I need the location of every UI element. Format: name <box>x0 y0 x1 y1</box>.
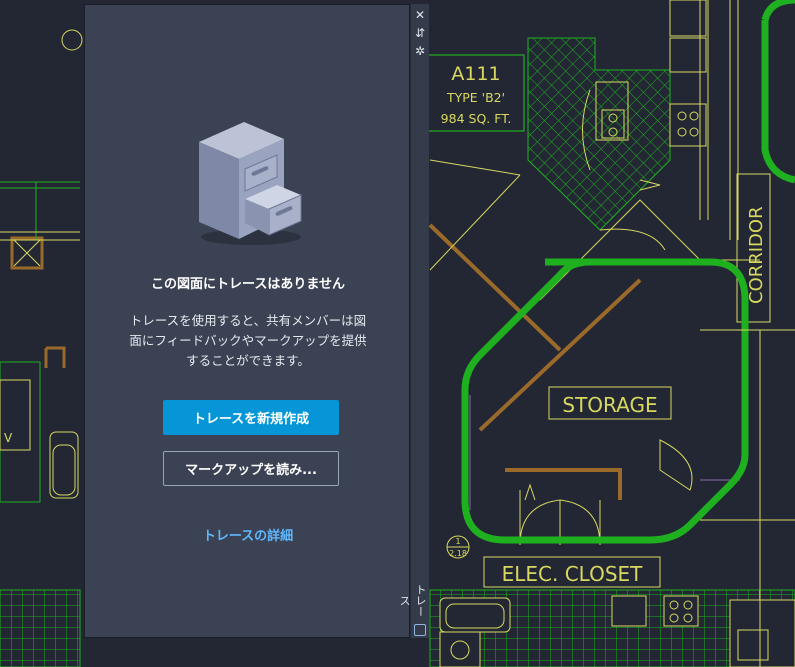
section-tag-sheet: 2.18 <box>449 549 467 558</box>
empty-state-description: トレースを使用すると、共有メンバーは図面にフィードバックやマークアップを提供する… <box>129 313 367 368</box>
bottom-floorplan <box>429 589 795 667</box>
palette-title-strip: ✕ ⇵ ✲ トレース <box>398 4 429 638</box>
left-floorplan-fragment <box>0 29 83 667</box>
corridor-label: CORRIDOR <box>746 206 767 304</box>
section-tag-number: 1 <box>455 537 460 546</box>
storage-label: STORAGE <box>562 393 657 417</box>
close-icon[interactable]: ✕ <box>413 8 427 22</box>
settings-icon[interactable]: ✲ <box>413 44 427 58</box>
closet-label: ELEC. CLOSET <box>502 562 644 586</box>
empty-state-title: この図面にトレースはありません <box>151 277 345 292</box>
import-markup-button[interactable]: マークアップを読み... <box>163 451 339 486</box>
file-cabinet-icon <box>199 122 302 245</box>
create-trace-button[interactable]: トレースを新規作成 <box>163 400 339 435</box>
trace-palette-tab[interactable]: トレース <box>398 582 428 618</box>
markup-cloud-topright <box>761 0 795 184</box>
room-type-label: TYPE 'B2' <box>446 90 505 105</box>
room-name-label: A111 <box>451 63 500 85</box>
room-area-label: 984 SQ. FT. <box>441 111 512 126</box>
trace-tab-icon[interactable] <box>414 624 426 636</box>
pin-icon[interactable]: ⇵ <box>413 26 427 40</box>
trace-details-link[interactable]: トレースの詳細 <box>85 525 411 544</box>
trace-panel: この図面にトレースはありません トレースを使用すると、共有メンバーは図面にフィー… <box>84 4 410 638</box>
left-tag-letter: V <box>4 431 13 445</box>
